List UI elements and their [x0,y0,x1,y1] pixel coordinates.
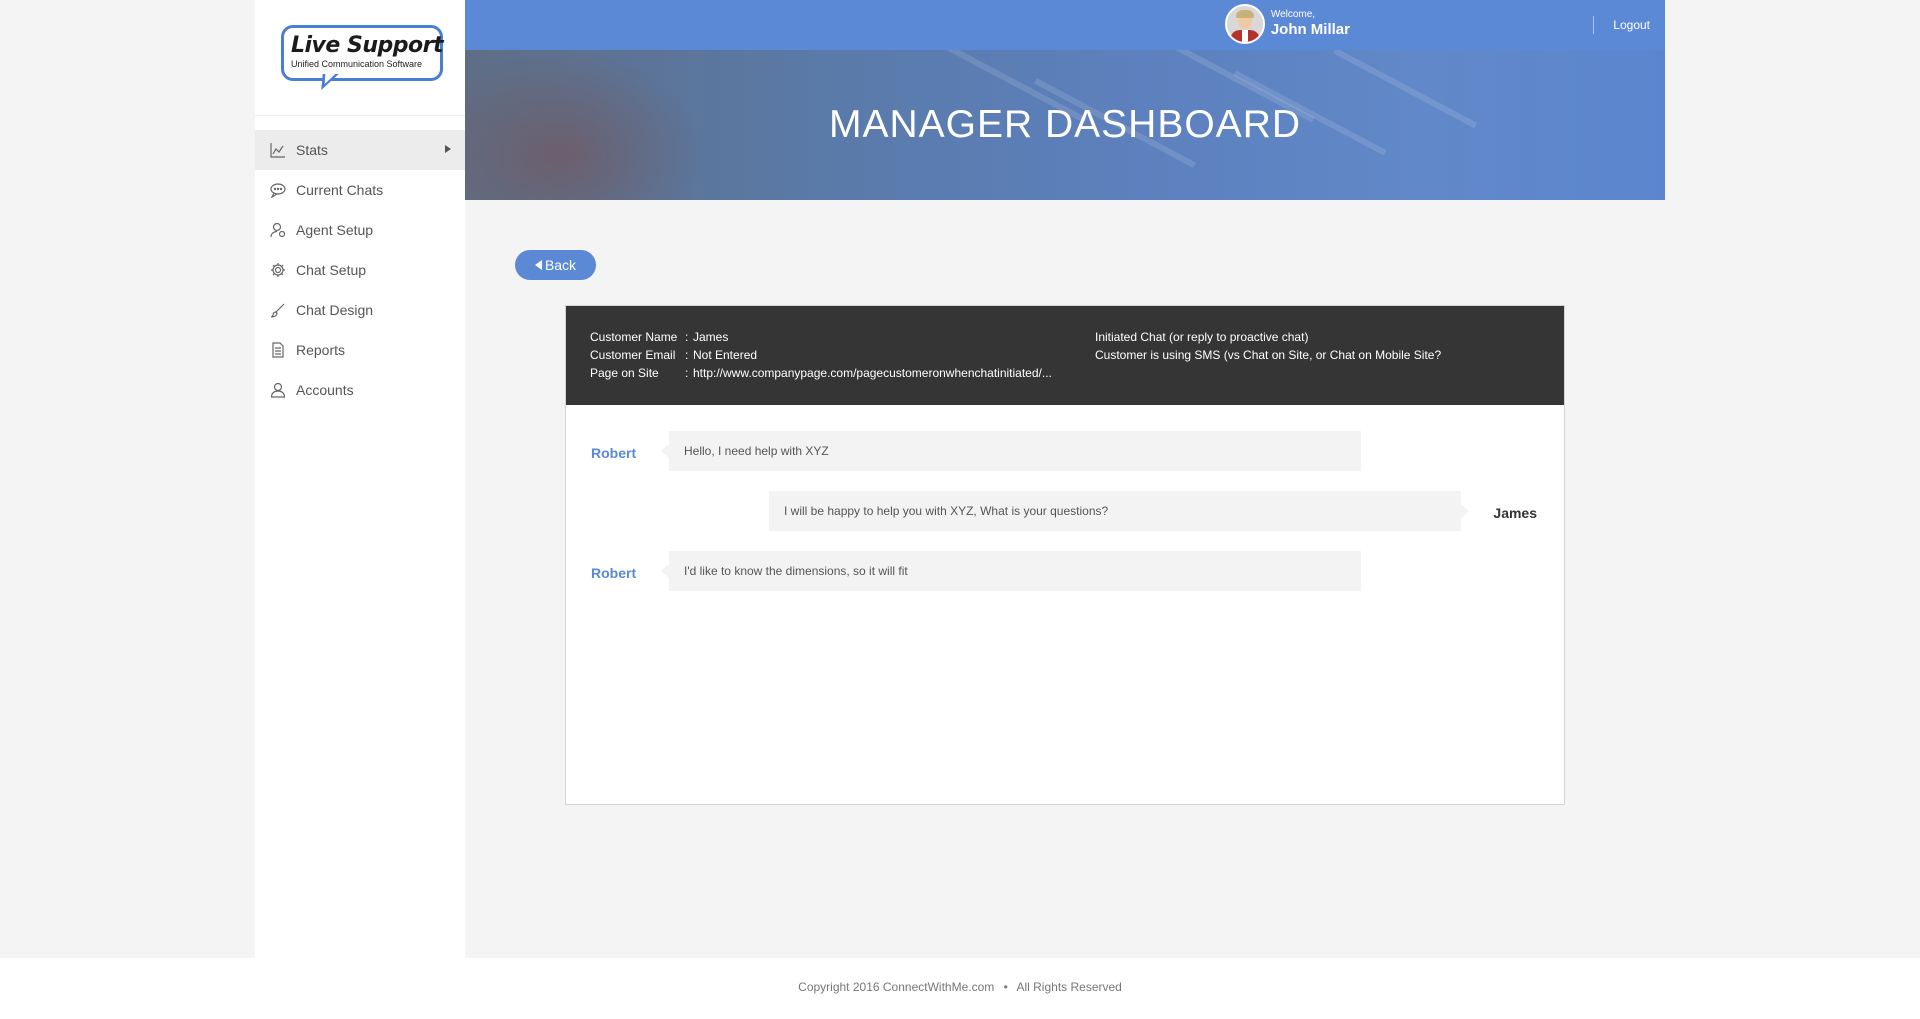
message-sender: Robert [591,445,637,461]
sidebar: Live Support Unified Communication Softw… [255,0,465,958]
sidebar-item-reports[interactable]: Reports [255,330,465,370]
logo-title: Live Support [291,33,443,58]
sidebar-item-label: Chat Design [296,302,374,318]
page-on-site-label: Page on Site [590,366,659,380]
copyright-text: Copyright 2016 ConnectWithMe.com [798,980,995,994]
message-bubble: I will be happy to help you with XYZ, Wh… [769,491,1469,531]
sidebar-item-current-chats[interactable]: Current Chats [255,170,465,210]
back-button[interactable]: Back [515,250,596,280]
user-menu[interactable]: Welcome, John Millar [1224,4,1350,44]
chevron-right-icon [445,145,451,153]
chat-transcript-panel: Customer Name : James Customer Email : N… [565,305,1565,805]
customer-email-label: Customer Email [590,348,676,362]
customer-name-label: Customer Name [590,330,678,344]
sidebar-item-label: Agent Setup [296,222,374,238]
message-bubble: Hello, I need help with XYZ [661,431,1361,471]
divider [1593,16,1594,34]
gear-icon [270,262,286,278]
sidebar-item-chat-setup[interactable]: Chat Setup [255,250,465,290]
sidebar-item-accounts[interactable]: Accounts [255,370,465,410]
sidebar-nav: Stats Current Chats Agent Setup Chat Set… [255,130,465,410]
back-button-label: Back [544,257,577,273]
sidebar-item-label: Stats [296,142,328,158]
message-sender: James [1493,505,1537,521]
customer-info: Customer Name : James Customer Email : N… [566,306,1564,405]
logo-subtitle: Unified Communication Software [291,59,423,69]
footer-separator: • [1003,980,1008,994]
sidebar-item-label: Current Chats [296,182,384,198]
sidebar-item-agent-setup[interactable]: Agent Setup [255,210,465,250]
logout-link[interactable]: Logout [1613,18,1650,32]
agent-icon [270,222,286,238]
sidebar-item-label: Accounts [296,382,354,398]
page-on-site-value[interactable]: http://www.companypage.com/pagecustomero… [693,364,1052,382]
back-arrow-icon [534,260,542,270]
message-bubble: I'd like to know the dimensions, so it w… [661,551,1361,591]
sidebar-item-chat-design[interactable]: Chat Design [255,290,465,330]
initiated-chat-info: Initiated Chat (or reply to proactive ch… [1095,330,1309,344]
sidebar-item-label: Reports [296,342,346,358]
footer: Copyright 2016 ConnectWithMe.com • All R… [0,958,1920,1019]
page-title: MANAGER DASHBOARD [828,103,1302,146]
logo[interactable]: Live Support Unified Communication Softw… [255,0,465,116]
avatar[interactable] [1224,4,1265,44]
top-bar: Welcome, John Millar Logout [465,0,1665,50]
document-icon [270,342,286,358]
message-sender: Robert [591,565,637,581]
welcome-text: Welcome, [1270,9,1316,20]
chart-icon [270,142,286,158]
sidebar-item-label: Chat Setup [296,262,367,278]
customer-email-value: Not Entered [693,348,758,362]
user-icon [270,382,286,398]
user-name: John Millar [1270,21,1350,38]
rights-text: All Rights Reserved [1016,980,1122,994]
customer-name-value: James [693,330,729,344]
sidebar-item-stats[interactable]: Stats [255,130,465,170]
chat-bubble-icon [270,182,286,198]
brush-icon [270,302,286,318]
hero-banner: MANAGER DASHBOARD [465,50,1665,200]
channel-info: Customer is using SMS (vs Chat on Site, … [1095,348,1442,362]
